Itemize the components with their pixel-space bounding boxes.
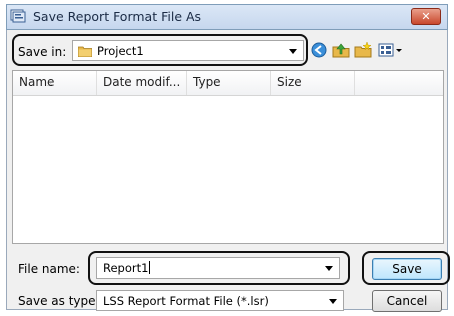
- column-header-date-modified[interactable]: Date modif...: [97, 71, 187, 95]
- sort-caret-icon: ︿: [47, 79, 54, 87]
- save-dialog: Save Report Format File As ✕ Save in: Pr…: [0, 0, 454, 316]
- up-folder-icon[interactable]: [332, 41, 350, 59]
- chevron-down-icon[interactable]: [329, 299, 337, 304]
- file-list-header: Name ︿ Date modif... Type Size: [13, 71, 443, 96]
- cancel-button[interactable]: Cancel: [372, 290, 442, 312]
- highlight-file-name: [88, 251, 350, 285]
- highlight-save-in: [12, 34, 308, 66]
- column-header-size[interactable]: Size: [271, 71, 355, 95]
- column-header-type[interactable]: Type: [187, 71, 271, 95]
- back-icon[interactable]: [310, 41, 328, 59]
- highlight-save-button: [362, 251, 450, 285]
- file-name-label: File name:: [18, 262, 80, 276]
- save-as-type-select[interactable]: LSS Report Format File (*.lsr): [96, 290, 344, 311]
- close-icon: ✕: [421, 10, 431, 23]
- window-title: Save Report Format File As: [33, 9, 202, 24]
- save-as-type-value: LSS Report Format File (*.lsr): [103, 294, 269, 308]
- app-icon: [10, 9, 26, 23]
- new-folder-icon[interactable]: [354, 41, 372, 59]
- file-list[interactable]: Name ︿ Date modif... Type Size: [12, 70, 444, 244]
- view-menu-icon[interactable]: [378, 41, 404, 59]
- close-button[interactable]: ✕: [411, 8, 441, 25]
- save-as-type-label: Save as type:: [18, 294, 100, 308]
- column-header-name[interactable]: Name ︿: [13, 71, 97, 95]
- column-header-empty: [355, 71, 443, 95]
- title-bar: Save Report Format File As ✕: [6, 4, 448, 30]
